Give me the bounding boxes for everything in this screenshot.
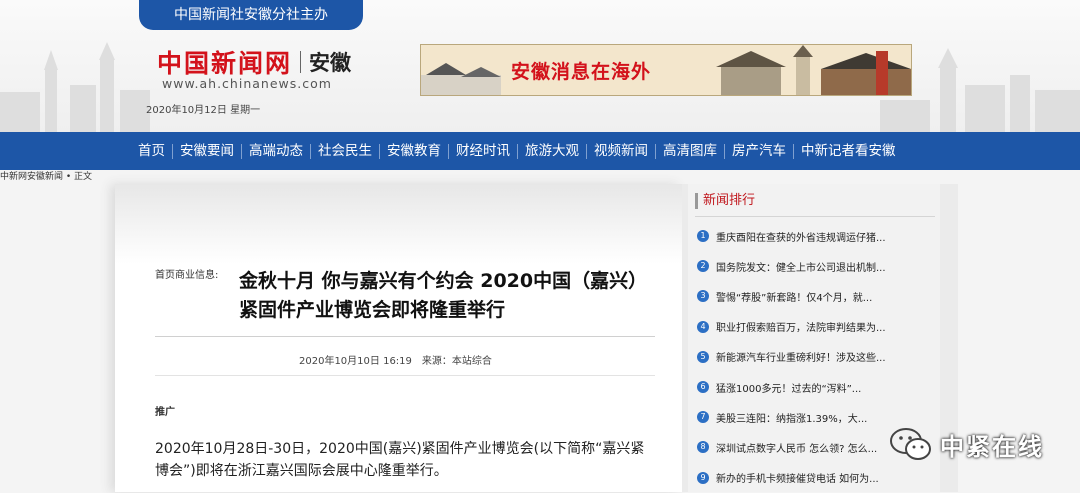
- nav-item[interactable]: 社会民生: [311, 132, 379, 170]
- nav-item[interactable]: 中新记者看安徽: [794, 132, 903, 170]
- sidebar-title: 新闻排行: [695, 193, 755, 209]
- rank-number-badge: 3: [697, 290, 709, 303]
- publisher-tab: 中国新闻社安徽分社主办: [139, 0, 363, 30]
- promo-label: 推广: [155, 407, 175, 418]
- nav-item[interactable]: 房产汽车: [725, 132, 793, 170]
- site-header: 中国新闻社安徽分社主办 中国新闻网 安徽 www.ah.chinanews.com…: [0, 0, 1080, 132]
- banner-architecture-image: [421, 45, 911, 95]
- rank-number-badge: 9: [697, 471, 709, 484]
- rank-number-badge: 6: [697, 381, 709, 394]
- logo-brand: 中国新闻网: [157, 49, 293, 78]
- banner-title: 安徽消息在海外: [511, 61, 652, 83]
- nav-item[interactable]: 视频新闻: [587, 132, 655, 170]
- news-rank-item[interactable]: 9 新办的手机卡频接催贷电话 如何为...: [688, 463, 940, 493]
- site-url: www.ah.chinanews.com: [162, 76, 332, 91]
- wechat-icon: [890, 428, 931, 460]
- logo-region: 安徽: [309, 51, 352, 75]
- news-rank-item[interactable]: 6 猛涨1000多元！过去的“泻料”...: [688, 372, 940, 402]
- rank-number-badge: 2: [697, 260, 709, 273]
- news-rank-link[interactable]: 新办的手机卡频接催贷电话 如何为...: [716, 470, 879, 485]
- article-title: 金秋十月 你与嘉兴有个约会 2020中国（嘉兴）紧固件产业博览会即将隆重举行: [239, 270, 648, 321]
- nav-item[interactable]: 安徽教育: [380, 132, 448, 170]
- article-breadcrumb[interactable]: 首页商业信息:: [155, 266, 218, 281]
- article-meta: 2020年10月10日 16:19 来源：本站综合: [299, 352, 502, 367]
- article-source: 来源：本站综合: [421, 356, 492, 367]
- wechat-watermark: 中紧在线: [888, 426, 1044, 462]
- news-rank-link[interactable]: 美股三连阳：纳指涨1.39%，大...: [716, 410, 867, 425]
- article-datetime: 2020年10月10日 16:19: [299, 356, 412, 367]
- news-rank-link[interactable]: 国务院发文：健全上市公司退出机制...: [716, 259, 886, 274]
- news-rank-link[interactable]: 深圳试点数字人民币 怎么领? 怎么...: [716, 440, 877, 455]
- article-paragraph: 2020年10月28日-30日，2020中国(嘉兴)紧固件产业博览会(以下简称“…: [155, 441, 645, 479]
- nav-item[interactable]: 高端动态: [242, 132, 310, 170]
- article-header-shade: [115, 184, 682, 264]
- news-rank-item[interactable]: 3 警惕“荐股”新套路！仅4个月，就...: [688, 281, 940, 311]
- news-rank-link[interactable]: 新能源汽车行业重磅利好！涉及这些...: [716, 349, 886, 364]
- news-rank-link[interactable]: 重庆酉阳在查获的外省违规调运仔猪...: [716, 229, 886, 244]
- sidebar-divider: [695, 216, 935, 217]
- news-rank-item[interactable]: 1 重庆酉阳在查获的外省违规调运仔猪...: [688, 221, 940, 251]
- breadcrumb: 中新网安徽新闻 • 正文: [0, 172, 93, 182]
- site-logo[interactable]: 中国新闻网 安徽: [157, 44, 351, 80]
- nav-item[interactable]: 安徽要闻: [173, 132, 241, 170]
- header-banner[interactable]: 安徽消息在海外: [420, 44, 912, 96]
- news-rank-item[interactable]: 5 新能源汽车行业重磅利好！涉及这些...: [688, 342, 940, 372]
- logo-divider: [300, 51, 302, 73]
- rank-number-badge: 7: [697, 411, 709, 424]
- news-rank-link[interactable]: 警惕“荐股”新套路！仅4个月，就...: [716, 289, 872, 304]
- nav-item[interactable]: 财经时讯: [449, 132, 517, 170]
- rank-number-badge: 8: [697, 441, 709, 454]
- news-rank-item[interactable]: 4 职业打假索赔百万，法院审判结果为...: [688, 312, 940, 342]
- rank-number-badge: 5: [697, 350, 709, 363]
- watermark-text: 中紧在线: [940, 432, 1044, 461]
- nav-menu: 首页 安徽要闻 高端动态 社会民生 安徽教育 财经时讯 旅游大观 视频新闻 高清图库 房产汽车 中新…: [131, 132, 903, 170]
- news-rank-item[interactable]: 2 国务院发文：健全上市公司退出机制...: [688, 251, 940, 281]
- meta-divider: [155, 375, 655, 376]
- news-rank-link[interactable]: 猛涨1000多元！过去的“泻料”...: [716, 380, 861, 395]
- nav-item[interactable]: 高清图库: [656, 132, 724, 170]
- nav-item[interactable]: 首页: [131, 132, 172, 170]
- news-rank-link[interactable]: 职业打假索赔百万，法院审判结果为...: [716, 319, 886, 334]
- article-panel: 首页商业信息: 金秋十月 你与嘉兴有个约会 2020中国（嘉兴）紧固件产业博览会…: [115, 184, 682, 492]
- nav-item[interactable]: 旅游大观: [518, 132, 586, 170]
- rank-number-badge: 4: [697, 320, 709, 333]
- current-date: 2020年10月12日 星期一: [146, 105, 261, 116]
- title-divider: [155, 336, 655, 337]
- main-navigation: 首页 安徽要闻 高端动态 社会民生 安徽教育 财经时讯 旅游大观 视频新闻 高清图库 房产汽车 中新…: [0, 132, 1080, 170]
- rank-number-badge: 1: [697, 230, 709, 243]
